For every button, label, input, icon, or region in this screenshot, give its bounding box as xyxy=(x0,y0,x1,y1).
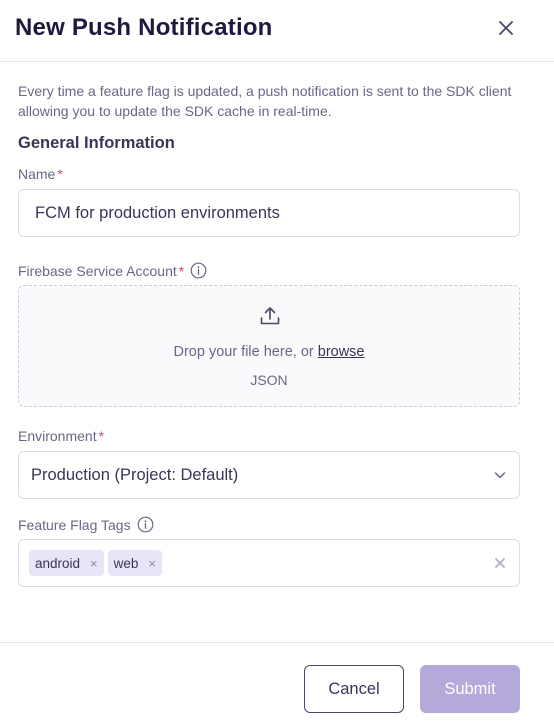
name-input[interactable] xyxy=(18,189,520,237)
upload-icon xyxy=(260,307,280,325)
info-icon[interactable] xyxy=(190,262,207,279)
browse-link[interactable]: browse xyxy=(318,344,365,360)
dialog-title: New Push Notification xyxy=(15,14,273,41)
close-button[interactable] xyxy=(492,14,520,42)
file-type-hint: JSON xyxy=(250,372,288,388)
tag-label: android xyxy=(35,555,81,571)
tags-input[interactable]: android × web × xyxy=(18,539,520,587)
clear-icon xyxy=(495,558,505,568)
tags-label: Feature Flag Tags xyxy=(18,516,154,533)
tag-label: web xyxy=(113,555,139,571)
service-account-label: Firebase Service Account * xyxy=(18,262,207,279)
dialog-header: New Push Notification xyxy=(0,0,554,62)
tag-remove-icon[interactable]: × xyxy=(148,556,156,571)
dialog-footer: Cancel Submit xyxy=(0,642,554,727)
environment-selected-value: Production (Project: Default) xyxy=(31,465,239,484)
required-mark: * xyxy=(57,166,63,182)
info-icon[interactable] xyxy=(137,516,154,533)
dialog-description: Every time a feature flag is updated, a … xyxy=(18,83,512,119)
submit-button[interactable]: Submit xyxy=(420,665,520,713)
chevron-down-icon xyxy=(494,472,506,479)
cancel-button[interactable]: Cancel xyxy=(304,665,404,713)
tag-chip: android × xyxy=(29,550,104,576)
environment-label: Environment * xyxy=(18,428,105,444)
drop-text: Drop your file here, or browse xyxy=(173,344,365,360)
close-icon xyxy=(499,21,513,35)
tag-chip: web × xyxy=(107,550,162,576)
file-dropzone[interactable]: Drop your file here, or browse JSON xyxy=(18,285,520,407)
section-title-general: General Information xyxy=(18,134,175,152)
name-label: Name * xyxy=(18,166,63,182)
tag-remove-icon[interactable]: × xyxy=(90,556,98,571)
clear-tags-button[interactable] xyxy=(491,554,509,577)
required-mark: * xyxy=(178,262,185,279)
required-mark: * xyxy=(98,428,105,444)
environment-select[interactable]: Production (Project: Default) xyxy=(18,451,520,499)
